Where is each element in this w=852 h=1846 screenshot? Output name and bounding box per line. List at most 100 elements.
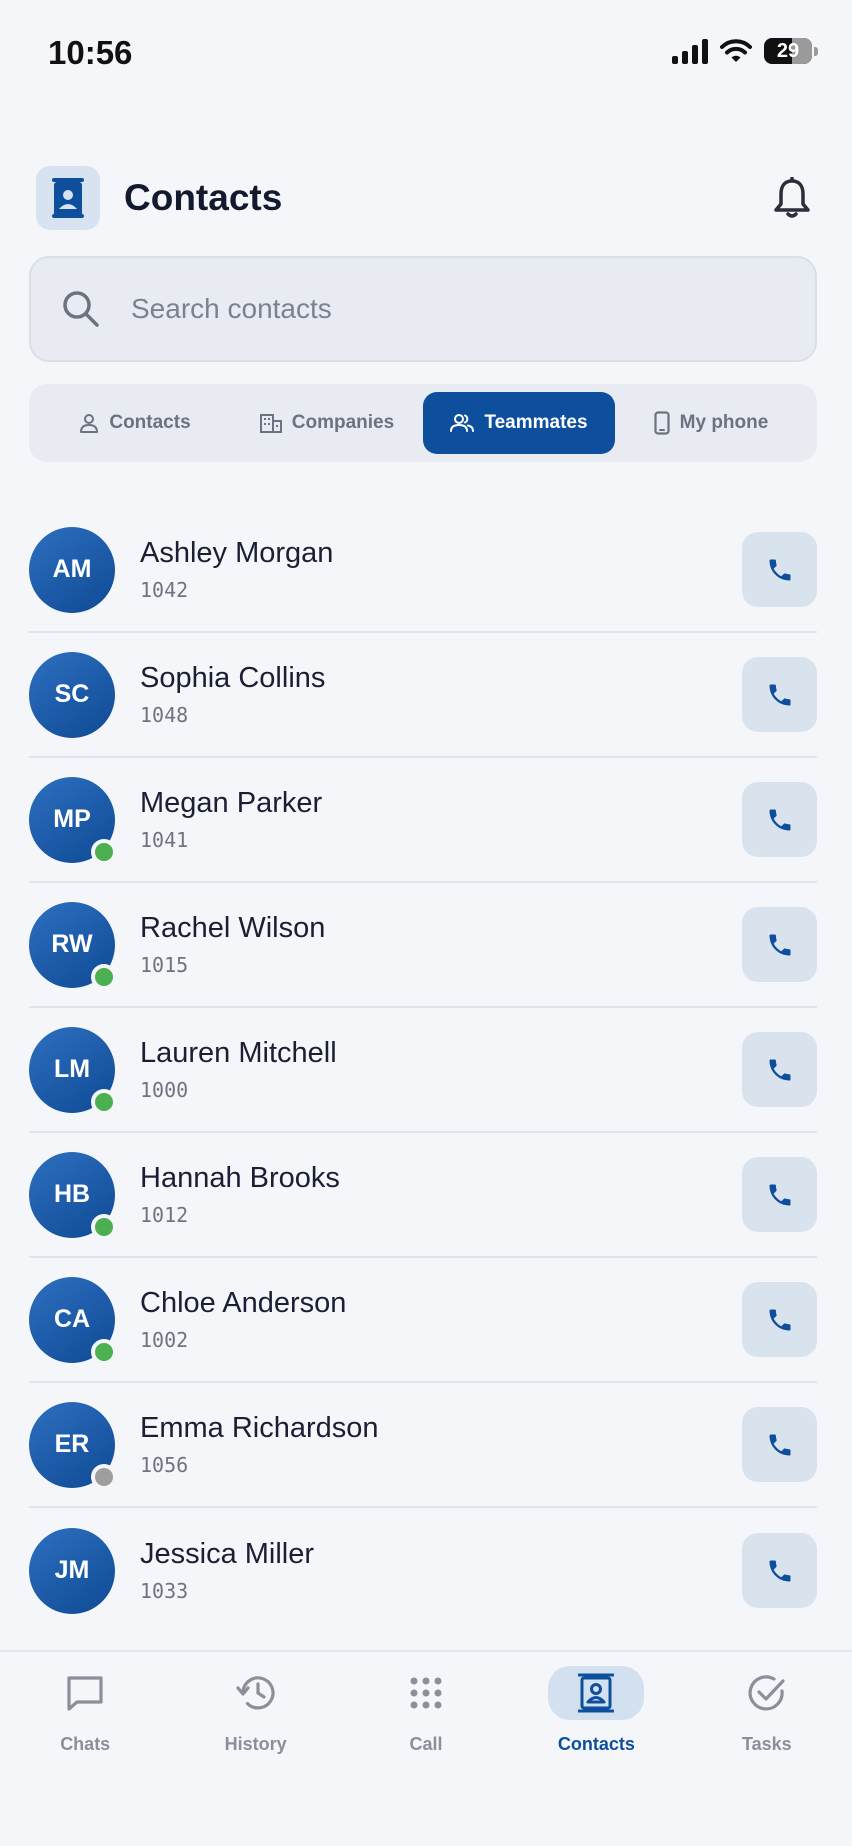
nav-call[interactable]: Call: [341, 1666, 511, 1846]
contact-name: Ashley Morgan: [140, 537, 334, 569]
nav-tasks[interactable]: Tasks: [682, 1666, 852, 1846]
avatar: CA: [29, 1276, 117, 1365]
tab-label: Contacts: [109, 412, 191, 433]
contact-extension: 1015: [140, 953, 189, 977]
bell-icon[interactable]: [768, 174, 816, 222]
contact-extension: 1033: [140, 1579, 189, 1603]
contact-name: Hannah Brooks: [140, 1162, 340, 1194]
nav-label: Tasks: [741, 1734, 792, 1754]
status-icons: 29: [672, 38, 818, 64]
nav-contacts[interactable]: Contacts: [511, 1666, 681, 1846]
signal-icon: [672, 38, 708, 64]
contact-row[interactable]: ER Emma Richardson 1056: [29, 1383, 817, 1508]
call-button[interactable]: [742, 1282, 817, 1357]
search-icon: [63, 291, 99, 327]
avatar: SC: [29, 651, 115, 738]
phone-icon: [769, 559, 790, 580]
presence-indicator: [91, 1463, 117, 1490]
status-bar: 10:56 29: [0, 0, 852, 104]
call-button[interactable]: [742, 782, 817, 857]
call-button[interactable]: [742, 1032, 817, 1107]
avatar: AM: [29, 526, 115, 613]
contact-name: Lauren Mitchell: [140, 1037, 337, 1069]
battery-icon: 29: [764, 38, 812, 64]
wifi-icon: [720, 39, 752, 62]
avatar: HB: [29, 1151, 117, 1240]
contact-extension: 1042: [140, 578, 189, 602]
phone-device-icon: [654, 411, 670, 435]
nav-history[interactable]: History: [170, 1666, 340, 1846]
contact-extension: 1002: [140, 1328, 189, 1352]
tab-teammates[interactable]: Teammates: [423, 392, 615, 454]
people-icon: [450, 414, 475, 432]
building-icon: [259, 414, 282, 433]
tab-my-phone[interactable]: My phone: [615, 392, 807, 454]
contact-row[interactable]: RW Rachel Wilson 1015: [29, 883, 817, 1008]
call-button[interactable]: [742, 532, 817, 607]
presence-indicator: [91, 963, 117, 990]
person-icon: [80, 414, 99, 433]
contact-name: Emma Richardson: [140, 1412, 379, 1444]
contacts-book-icon: [36, 166, 100, 230]
avatar: MP: [29, 776, 117, 865]
call-button[interactable]: [742, 1407, 817, 1482]
nav-label: Contacts: [557, 1734, 635, 1754]
tab-label: Teammates: [484, 412, 588, 433]
contact-extension: 1056: [140, 1453, 189, 1477]
contact-row[interactable]: AM Ashley Morgan 1042: [29, 508, 817, 633]
contact-tabs: Contacts Companies Teammates My phone: [29, 384, 817, 462]
search-bar[interactable]: [29, 256, 817, 362]
contact-row[interactable]: HB Hannah Brooks 1012: [29, 1133, 817, 1258]
search-input[interactable]: [131, 293, 731, 325]
call-button[interactable]: [742, 907, 817, 982]
contact-name: Rachel Wilson: [140, 912, 326, 944]
dialpad-icon: [378, 1666, 474, 1720]
contact-name: Megan Parker: [140, 787, 323, 819]
chat-icon: [37, 1666, 133, 1720]
contact-row[interactable]: MP Megan Parker 1041: [29, 758, 817, 883]
contact-extension: 1012: [140, 1203, 189, 1227]
nav-label: Call: [409, 1734, 443, 1754]
contact-row[interactable]: JM Jessica Miller 1033: [29, 1508, 817, 1633]
call-button[interactable]: [742, 1157, 817, 1232]
contact-row[interactable]: LM Lauren Mitchell 1000: [29, 1008, 817, 1133]
phone-icon: [769, 1434, 790, 1455]
header: Contacts: [36, 166, 816, 230]
avatar: JM: [29, 1527, 115, 1614]
presence-indicator: [91, 838, 117, 865]
page-title: Contacts: [124, 177, 283, 218]
nav-chats[interactable]: Chats: [0, 1666, 170, 1846]
teammates-list: AM Ashley Morgan 1042 SC Sophia Collins 10…: [29, 508, 817, 1633]
tab-contacts[interactable]: Contacts: [39, 392, 231, 454]
contact-row[interactable]: CA Chloe Anderson 1002: [29, 1258, 817, 1383]
tab-label: My phone: [679, 412, 769, 433]
status-time: 10:56: [48, 34, 133, 71]
phone-icon: [769, 1309, 790, 1330]
avatar: RW: [29, 901, 117, 990]
contact-extension: 1000: [140, 1078, 189, 1102]
history-icon: [208, 1666, 304, 1720]
phone-icon: [769, 684, 790, 705]
contact-name: Sophia Collins: [140, 662, 326, 694]
phone-icon: [769, 934, 790, 955]
phone-icon: [769, 809, 790, 830]
battery-level: 29: [776, 39, 800, 62]
contact-extension: 1048: [140, 703, 189, 727]
avatar: ER: [29, 1401, 117, 1490]
nav-label: History: [224, 1734, 287, 1754]
contact-row[interactable]: SC Sophia Collins 1048: [29, 633, 817, 758]
contact-name: Chloe Anderson: [140, 1287, 347, 1319]
phone-icon: [769, 1184, 790, 1205]
presence-indicator: [91, 1338, 117, 1365]
bottom-nav: Chats History Call Contacts Tasks: [0, 1650, 852, 1846]
contact-name: Jessica Miller: [140, 1538, 315, 1570]
check-circle-icon: [719, 1666, 815, 1720]
tab-label: Companies: [291, 412, 395, 433]
contacts-icon: [548, 1666, 645, 1720]
call-button[interactable]: [742, 657, 817, 732]
nav-label: Chats: [60, 1734, 111, 1754]
tab-companies[interactable]: Companies: [231, 392, 423, 454]
avatar: LM: [29, 1026, 117, 1115]
presence-indicator: [91, 1088, 117, 1115]
call-button[interactable]: [742, 1533, 817, 1608]
